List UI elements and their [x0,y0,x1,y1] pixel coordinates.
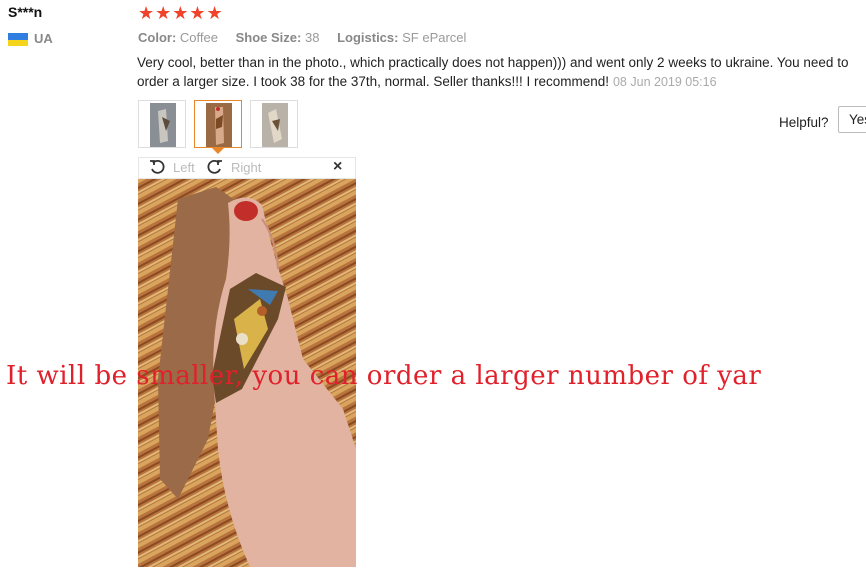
review-date: 08 Jun 2019 05:16 [612,75,717,89]
attr-color-value: Coffee [179,30,218,45]
rotate-left-label[interactable]: Left [173,160,195,175]
review-attributes: Color: Coffee Shoe Size: 38 Logistics: S… [138,30,480,45]
overlay-caption: It will be smaller, you can order a larg… [6,361,762,391]
photo-viewer-toolbar: Left Right × [138,157,356,179]
attr-size-value: 38 [304,30,320,45]
rotate-right-icon[interactable] [207,159,223,178]
helpful-label: Helpful? [779,115,829,130]
attr-logistics-value: SF eParcel [402,30,467,45]
reviewer-country: UA [34,31,53,46]
review-photo-thumbnail[interactable] [138,100,186,148]
rating-stars: ★★★★★ [138,3,224,23]
attr-color-key: Color: [138,30,177,45]
shoe-photo-thumbnail-image [150,103,176,147]
shoe-photo-thumbnail-image [206,103,232,147]
review-photo-thumbnail[interactable] [250,100,298,148]
rotate-left-icon[interactable] [149,159,165,178]
ukraine-flag-icon [8,33,28,46]
review-body: Very cool, better than in the photo., wh… [137,53,863,92]
rotate-right-label[interactable]: Right [231,160,261,175]
helpful-yes-button[interactable]: Yes [838,106,866,133]
active-thumbnail-caret [212,148,224,154]
attr-logistics-key: Logistics: [337,30,399,45]
reviewer-name: S***n [8,4,43,20]
review-text: Very cool, better than in the photo., wh… [137,55,849,89]
shoe-photo-thumbnail-image [262,103,288,147]
attr-size-key: Shoe Size: [235,30,302,45]
review-photo-thumbnail-active[interactable] [194,100,242,148]
close-viewer-icon[interactable]: × [333,158,342,176]
